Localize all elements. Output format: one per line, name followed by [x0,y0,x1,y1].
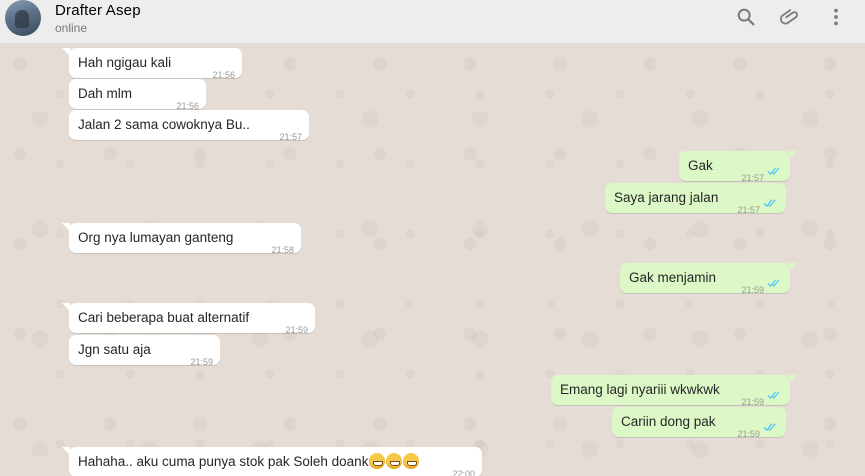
message-text: Gak menjamin [629,270,717,285]
chat-area[interactable]: Hah ngigau kali 21:56 Dah mlm 21:56 Jala… [0,44,865,476]
message-incoming[interactable]: Org nya lumayan ganteng 21:58 [62,223,301,255]
message-time: 21:59 [190,357,213,367]
message-incoming[interactable]: Jalan 2 sama cowoknya Bu.. 21:57 [69,110,309,142]
message-time: 21:58 [271,245,294,255]
read-ticks-icon [767,278,782,288]
grinning-face-icon [369,453,386,469]
read-ticks-icon [767,390,782,400]
read-ticks-icon [763,422,778,432]
message-incoming[interactable]: Dah mlm 21:56 [69,79,206,111]
search-icon[interactable] [735,6,757,28]
message-text: Saya jarang jalan [614,190,719,205]
message-text: Hahaha.. aku cuma punya stok pak Soleh d… [78,454,369,469]
message-text: Jalan 2 sama cowoknya Bu.. [78,117,250,132]
message-outgoing[interactable]: Gak 21:57 [679,151,797,183]
grinning-face-icon [403,453,420,469]
message-text: Cari beberapa buat alternatif [78,310,250,325]
message-time: 21:56 [212,70,235,80]
message-time: 21:59 [285,325,308,335]
message-outgoing[interactable]: Cariin dong pak 21:59 [612,407,786,439]
message-time: 21:59 [737,429,760,439]
read-ticks-icon [763,198,778,208]
message-outgoing[interactable]: Saya jarang jalan 21:57 [605,183,786,215]
message-time: 21:57 [737,205,760,215]
menu-icon[interactable] [825,6,847,28]
message-time: 21:59 [741,285,764,295]
message-incoming[interactable]: Hah ngigau kali 21:56 [62,48,242,80]
attach-icon[interactable] [779,6,801,28]
contact-name[interactable]: Drafter Asep [55,2,141,19]
read-ticks-icon [767,166,782,176]
message-text: Hah ngigau kali [78,55,172,70]
grinning-face-icon [386,453,403,469]
contact-avatar[interactable] [5,0,41,36]
message-text: Dah mlm [78,86,133,101]
message-text: Emang lagi nyariii wkwkwk [560,382,720,397]
contact-status: online [55,21,88,35]
message-text: Jgn satu aja [78,342,151,357]
message-time: 22:00 [452,469,475,476]
message-text: Cariin dong pak [621,414,716,429]
message-text: Org nya lumayan ganteng [78,230,234,245]
message-text: Gak [688,158,713,173]
message-incoming[interactable]: Jgn satu aja 21:59 [69,335,220,367]
chat-header: Drafter Asep online [0,0,865,44]
message-incoming[interactable]: Cari beberapa buat alternatif 21:59 [62,303,315,335]
message-outgoing[interactable]: Emang lagi nyariii wkwkwk 21:59 [551,375,797,407]
message-outgoing[interactable]: Gak menjamin 21:59 [620,263,797,295]
message-incoming[interactable]: Hahaha.. aku cuma punya stok pak Soleh d… [62,447,482,476]
message-time: 21:57 [279,132,302,142]
